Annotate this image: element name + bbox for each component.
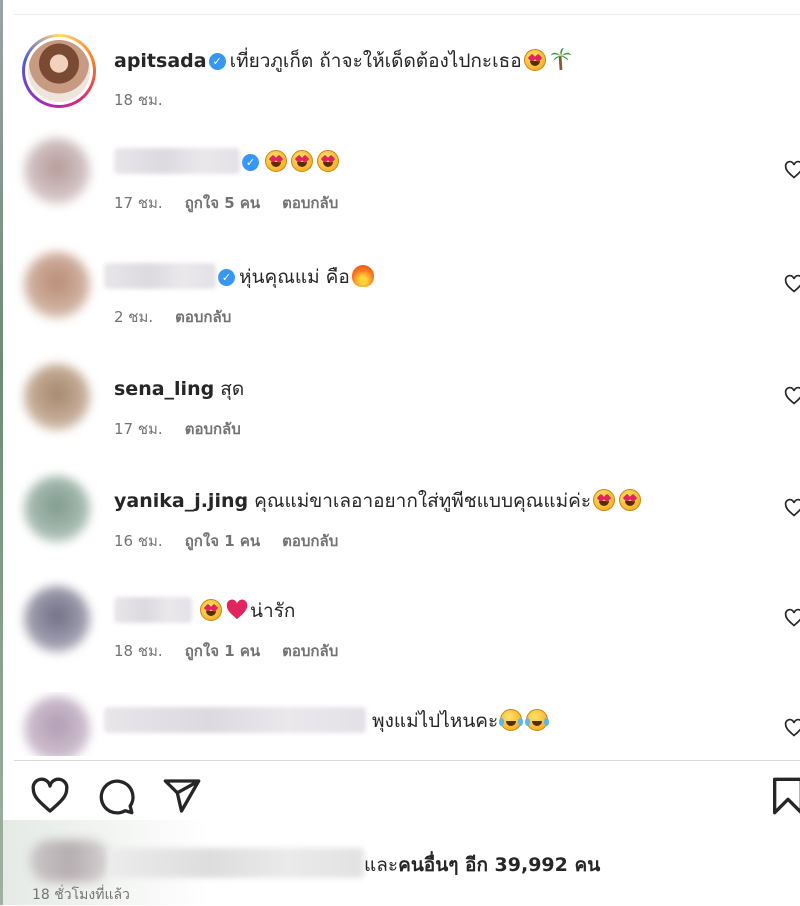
- comment-meta: 16 ชม. ถูกใจ 1 คน ตอบกลับ: [114, 529, 360, 553]
- comment-item: ✓ หุ่นคุณแม่ คือ 2 ชม. ตอบกลับ: [0, 248, 800, 358]
- comment-like-heart-icon[interactable]: [784, 160, 800, 180]
- post-time-ago: 18 ชั่วโมงที่แล้ว: [32, 887, 130, 903]
- post-actions: [0, 776, 800, 820]
- author-avatar[interactable]: [22, 34, 96, 108]
- comment-body: น่ารัก: [114, 596, 295, 626]
- verified-badge-icon: ✓: [242, 154, 259, 171]
- comment-text: พุงแม่ไปไหนคะ: [372, 710, 499, 732]
- comment-text: น่ารัก: [250, 600, 296, 622]
- comment-body: sena_ling สุด: [114, 374, 244, 404]
- comment-text: สุด: [220, 378, 245, 400]
- comment-item: พุงแม่ไปไหนคะ: [0, 692, 800, 756]
- commenter-avatar[interactable]: [24, 586, 90, 652]
- comment-item: น่ารัก 18 ชม. ถูกใจ 1 คน ตอบกลับ: [0, 582, 800, 692]
- palm-tree-emoji-icon: [550, 48, 571, 71]
- fire-emoji-icon: [351, 265, 374, 287]
- likes-others: คนอื่นๆ อีก 39,992 คน: [398, 854, 601, 876]
- comment-like-heart-icon[interactable]: [784, 498, 800, 518]
- comment-body: พุงแม่ไปไหนคะ: [104, 706, 550, 736]
- likes-text[interactable]: และคนอื่นๆ อีก 39,992 คน: [364, 850, 600, 880]
- comment-time: 16 ชม.: [114, 532, 163, 550]
- blurred-username[interactable]: [104, 263, 216, 289]
- post-time: 18 ชม.: [114, 91, 163, 109]
- reply-button[interactable]: ตอบกลับ: [185, 420, 241, 438]
- commenter-avatar[interactable]: [24, 138, 90, 204]
- commenter-username[interactable]: sena_ling: [114, 378, 214, 400]
- comment-like-heart-icon[interactable]: [784, 608, 800, 628]
- comment-time: 17 ชม.: [114, 194, 163, 212]
- heart-eyes-emoji-icon: [619, 489, 642, 511]
- heart-icon[interactable]: [30, 776, 70, 816]
- red-heart-emoji-icon: [226, 599, 248, 620]
- comment-likes[interactable]: ถูกใจ 1 คน: [185, 642, 260, 660]
- likes-prefix: และ: [364, 854, 399, 876]
- caption-text: เที่ยวภูเก็ต ถ้าจะให้เด็ดต้องไปกะเธอ: [229, 50, 522, 72]
- comment-like-heart-icon[interactable]: [784, 386, 800, 406]
- commenter-avatar[interactable]: [24, 252, 90, 318]
- liker-avatars[interactable]: [30, 840, 110, 882]
- tears-of-joy-emoji-icon: [525, 709, 550, 731]
- comment-text: หุ่นคุณแม่ คือ: [239, 266, 350, 288]
- comment-text: คุณแม่ขาเลอาอยากใส่ทูพีชแบบคุณแม่ค่ะ: [254, 490, 592, 512]
- commenter-avatar[interactable]: [24, 696, 90, 756]
- commenter-username[interactable]: yanika_j.jing: [114, 490, 248, 512]
- comment-meta: 18 ชม. ถูกใจ 1 คน ตอบกลับ: [114, 639, 360, 663]
- heart-eyes-emoji-icon: [291, 150, 313, 172]
- comment-like-heart-icon[interactable]: [784, 718, 800, 738]
- comment-time: 17 ชม.: [114, 420, 163, 438]
- heart-eyes-emoji-icon: [265, 150, 287, 172]
- comment-meta: 17 ชม. ตอบกลับ: [114, 417, 263, 441]
- avatar-photo: [28, 40, 90, 102]
- heart-eyes-emoji-icon: [200, 599, 223, 621]
- commenter-avatar[interactable]: [24, 476, 90, 542]
- comment-item: sena_ling สุด 17 ชม. ตอบกลับ: [0, 360, 800, 470]
- heart-eyes-emoji-icon: [593, 489, 616, 511]
- verified-badge-icon: ✓: [218, 269, 235, 286]
- author-username[interactable]: apitsada: [114, 50, 207, 72]
- comment-meta: 17 ชม. ถูกใจ 5 คน ตอบกลับ: [114, 191, 360, 215]
- reply-button[interactable]: ตอบกลับ: [175, 308, 231, 326]
- comment-time: 18 ชม.: [114, 642, 163, 660]
- blurred-username[interactable]: [104, 707, 366, 733]
- comment-body: yanika_j.jing คุณแม่ขาเลอาอยากใส่ทูพีชแบ…: [114, 486, 643, 516]
- bookmark-icon[interactable]: [768, 776, 800, 816]
- top-divider: [14, 14, 800, 15]
- comment-time: 2 ชม.: [114, 308, 154, 326]
- verified-badge-icon: ✓: [208, 53, 226, 70]
- comment-body: ✓ หุ่นคุณแม่ คือ: [104, 262, 376, 292]
- comment-item: yanika_j.jing คุณแม่ขาเลอาอยากใส่ทูพีชแบ…: [0, 472, 800, 582]
- reply-button[interactable]: ตอบกลับ: [282, 642, 338, 660]
- blurred-username[interactable]: [114, 597, 192, 623]
- comment-like-heart-icon[interactable]: [784, 274, 800, 294]
- comment-icon[interactable]: [96, 776, 136, 816]
- caption-line: apitsada ✓ เที่ยวภูเก็ต ถ้าจะให้เด็ดต้องไป…: [114, 46, 574, 76]
- comment-item: ✓ 17 ชม. ถูกใจ 5 คน ตอบกลับ: [0, 134, 800, 244]
- heart-eyes-emoji-icon: [317, 150, 339, 172]
- blurred-username[interactable]: [114, 148, 240, 174]
- blurred-liker-name[interactable]: [108, 848, 364, 878]
- post-caption: apitsada ✓ เที่ยวภูเก็ต ถ้าจะให้เด็ดต้องไป…: [22, 34, 800, 114]
- reply-button[interactable]: ตอบกลับ: [282, 194, 338, 212]
- actions-divider: [14, 760, 800, 761]
- comment-likes[interactable]: ถูกใจ 5 คน: [185, 194, 260, 212]
- comment-body: ✓: [114, 148, 341, 174]
- send-icon[interactable]: [162, 776, 202, 816]
- likes-summary: และคนอื่นๆ อีก 39,992 คน: [0, 826, 800, 886]
- reply-button[interactable]: ตอบกลับ: [282, 532, 338, 550]
- comment-meta: 2 ชม. ตอบกลับ: [114, 305, 253, 329]
- tears-of-joy-emoji-icon: [499, 709, 524, 731]
- comment-likes[interactable]: ถูกใจ 1 คน: [185, 532, 260, 550]
- heart-eyes-emoji-icon: [523, 49, 546, 71]
- commenter-avatar[interactable]: [24, 364, 90, 430]
